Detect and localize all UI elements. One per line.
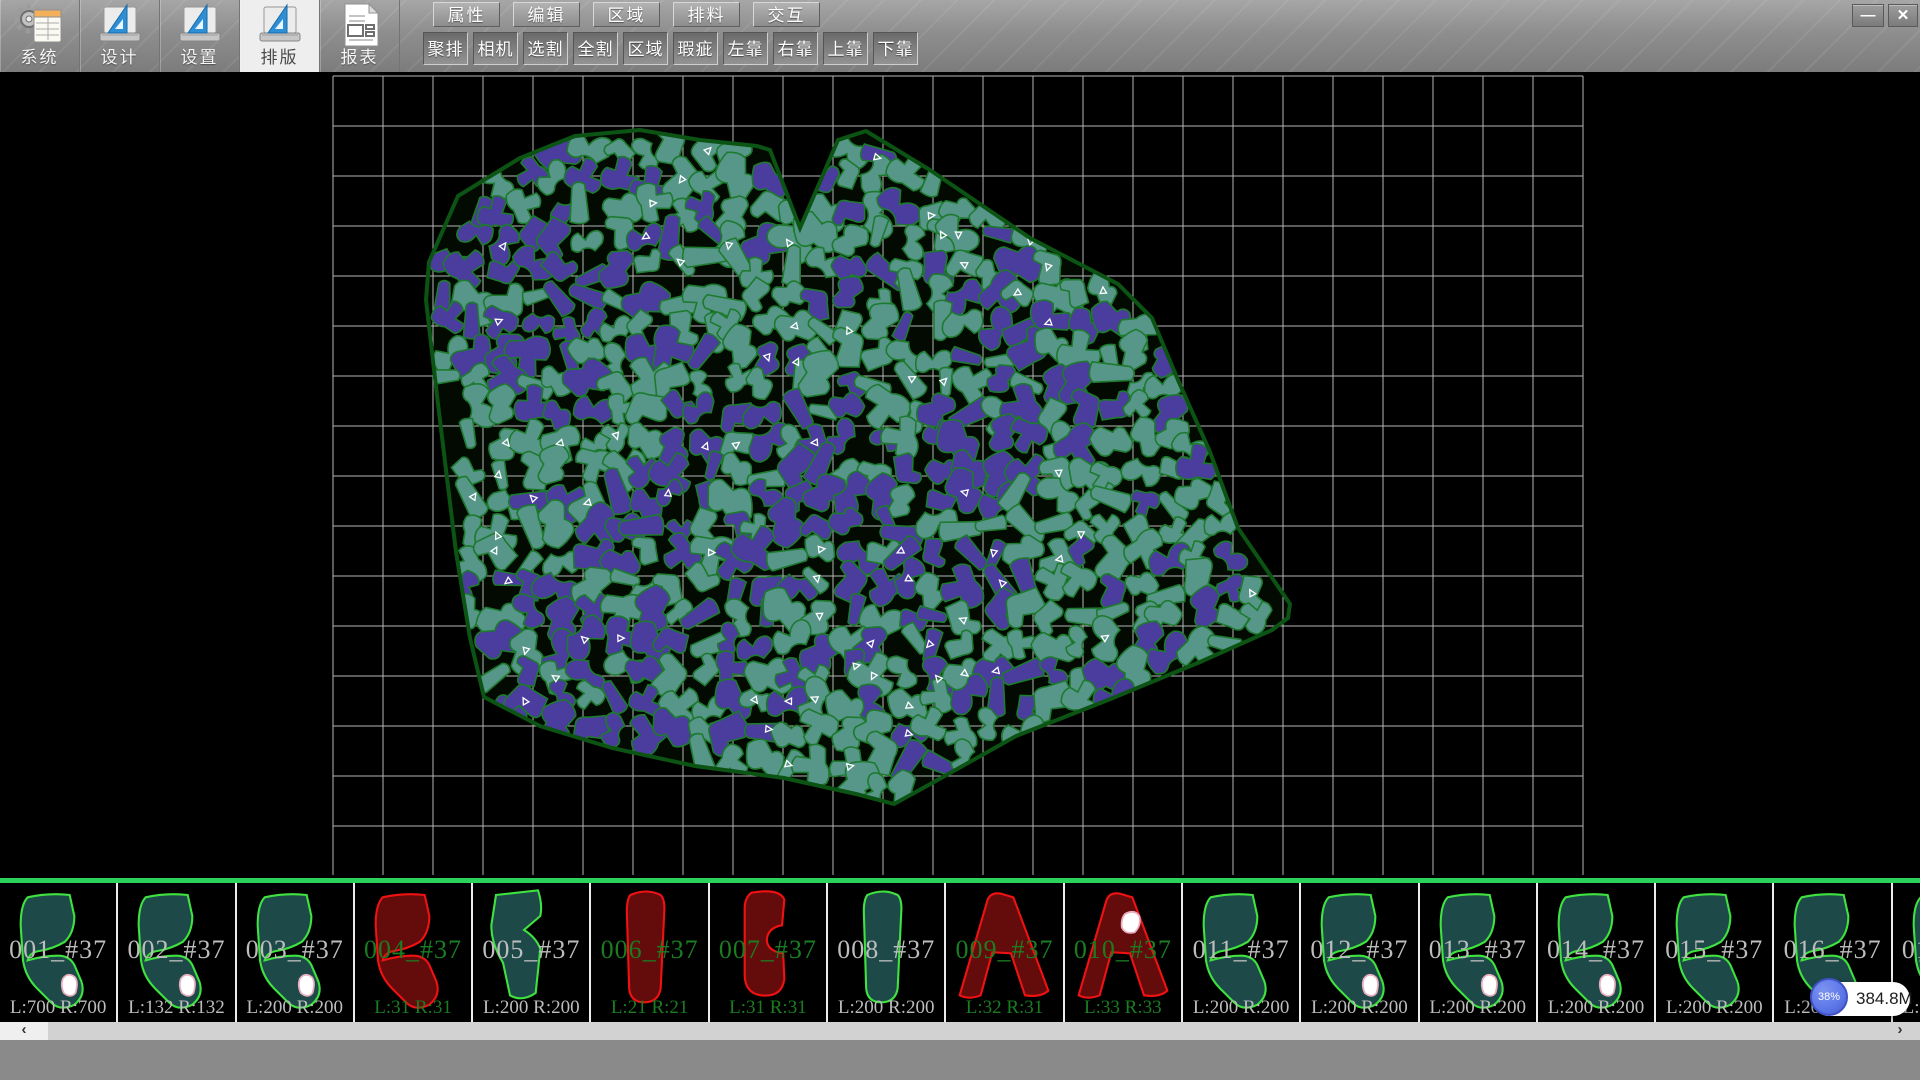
part-thumbnail-005_#37[interactable]: 005_#37 L:200 R:200 <box>473 883 591 1022</box>
close-button[interactable]: ✕ <box>1888 4 1918 27</box>
nav-label: 排版 <box>240 43 319 68</box>
nesting-canvas[interactable] <box>0 72 1920 878</box>
part-count: L:200 R:200 <box>1656 997 1772 1019</box>
part-thumbnail-003_#37[interactable]: 003_#37 L:200 R:200 <box>237 883 355 1022</box>
part-count: L:200 R:200 <box>473 997 589 1019</box>
part-count: L:200 R:200 <box>1538 997 1654 1019</box>
nav-report[interactable]: 报表 <box>320 0 400 72</box>
part-count: L:33 R:33 <box>1065 997 1181 1019</box>
memory-indicator: 384.8M <box>1856 982 1913 1016</box>
part-label: 008_#37 <box>828 935 944 965</box>
menu-edit[interactable]: 编辑 <box>513 2 580 27</box>
nav-setup[interactable]: 设置 <box>160 0 240 72</box>
part-count: L:31 R:31 <box>710 997 826 1019</box>
part-label: 006_#37 <box>591 935 707 965</box>
thumbnail-scrollbar[interactable]: ‹ › <box>0 1022 1920 1040</box>
nav-system[interactable]: 系统 <box>0 0 80 72</box>
part-thumbnail-001_#37[interactable]: 001_#37 L:700 R:700 <box>0 883 118 1022</box>
part-label: 012_#37 <box>1301 935 1417 965</box>
part-thumbnail-007_#37[interactable]: 007_#37 L:31 R:31 <box>710 883 828 1022</box>
nesting-drawing <box>0 72 1920 878</box>
part-thumbnail-012_#37[interactable]: 012_#37 L:200 R:200 <box>1301 883 1419 1022</box>
part-count: L:200 R:200 <box>237 997 353 1019</box>
part-count: L:200 R:200 <box>1301 997 1417 1019</box>
nav-label: 报表 <box>320 43 399 68</box>
scroll-left-button[interactable]: ‹ <box>0 1022 48 1040</box>
tool-align-left[interactable]: 左靠 <box>723 32 768 65</box>
tool-cluster-nest[interactable]: 聚排 <box>423 32 468 65</box>
part-count: L:200 R:200 <box>828 997 944 1019</box>
part-count: L:21 R:21 <box>591 997 707 1019</box>
part-thumbnail-008_#37[interactable]: 008_#37 L:200 R:200 <box>828 883 946 1022</box>
part-label: 009_#37 <box>946 935 1062 965</box>
nav-design[interactable]: 设计 <box>80 0 160 72</box>
part-count: L:700 R:700 <box>0 997 116 1019</box>
part-count: L:31 R:31 <box>355 997 471 1019</box>
tool-button-row: 聚排相机选割全割区域瑕疵左靠右靠上靠下靠 <box>423 32 923 65</box>
menu-properties[interactable]: 属性 <box>433 2 500 27</box>
tool-align-top[interactable]: 上靠 <box>823 32 868 65</box>
menu-interact[interactable]: 交互 <box>753 2 820 27</box>
part-thumbnail-014_#37[interactable]: 014_#37 L:200 R:200 <box>1538 883 1656 1022</box>
menu-region[interactable]: 区域 <box>593 2 660 27</box>
part-thumbnail-009_#37[interactable]: 009_#37 L:32 R:31 <box>946 883 1064 1022</box>
part-thumbnail-010_#37[interactable]: 010_#37 L:33 R:33 <box>1065 883 1183 1022</box>
part-thumbnail-013_#37[interactable]: 013_#37 L:200 R:200 <box>1420 883 1538 1022</box>
scroll-right-button[interactable]: › <box>1880 1022 1920 1040</box>
status-bar <box>0 1040 1920 1080</box>
part-label: 002_#37 <box>118 935 234 965</box>
tool-defect[interactable]: 瑕疵 <box>673 32 718 65</box>
part-label: 014_#37 <box>1538 935 1654 965</box>
part-label: 011_#37 <box>1183 935 1299 965</box>
main-nav-toolbar: 系统设计设置排版报表 <box>0 0 400 72</box>
part-label: 010_#37 <box>1065 935 1181 965</box>
title-bar: 系统设计设置排版报表 属性编辑区域排料交互 聚排相机选割全割区域瑕疵左靠右靠上靠… <box>0 0 1920 73</box>
nav-label: 设置 <box>160 43 239 68</box>
tool-align-right[interactable]: 右靠 <box>773 32 818 65</box>
part-thumbnail-004_#37[interactable]: 004_#37 L:31 R:31 <box>355 883 473 1022</box>
nav-layout[interactable]: 排版 <box>240 0 320 72</box>
part-thumbnail-002_#37[interactable]: 002_#37 L:132 R:132 <box>118 883 236 1022</box>
part-count: L:132 R:132 <box>118 997 234 1019</box>
nav-label: 系统 <box>0 43 79 68</box>
part-label: 017_#37 <box>1893 935 1920 965</box>
part-thumbnail-015_#37[interactable]: 015_#37 L:200 R:200 <box>1656 883 1774 1022</box>
nest-percent-indicator: 38% <box>1810 978 1848 1016</box>
part-label: 015_#37 <box>1656 935 1772 965</box>
tool-cut-all[interactable]: 全割 <box>573 32 618 65</box>
menu-nesting[interactable]: 排料 <box>673 2 740 27</box>
tool-align-bottom[interactable]: 下靠 <box>873 32 918 65</box>
part-label: 016_#37 <box>1774 935 1890 965</box>
minimize-button[interactable]: — <box>1852 4 1884 27</box>
usage-badge: 38% 384.8M <box>1812 982 1910 1016</box>
part-thumbnail-011_#37[interactable]: 011_#37 L:200 R:200 <box>1183 883 1301 1022</box>
part-label: 004_#37 <box>355 935 471 965</box>
parts-thumbnail-strip: 001_#37L:700 R:700002_#37L:132 R:132003_… <box>0 878 1920 1022</box>
part-count: L:200 R:200 <box>1420 997 1536 1019</box>
part-thumbnail-006_#37[interactable]: 006_#37 L:21 R:21 <box>591 883 709 1022</box>
part-label: 003_#37 <box>237 935 353 965</box>
nav-label: 设计 <box>80 43 159 68</box>
part-label: 001_#37 <box>0 935 116 965</box>
part-label: 013_#37 <box>1420 935 1536 965</box>
part-count: L:200 R:200 <box>1183 997 1299 1019</box>
tool-region[interactable]: 区域 <box>623 32 668 65</box>
menu-tab-row: 属性编辑区域排料交互 <box>433 2 833 27</box>
tool-camera[interactable]: 相机 <box>473 32 518 65</box>
part-label: 007_#37 <box>710 935 826 965</box>
part-label: 005_#37 <box>473 935 589 965</box>
tool-select-cut[interactable]: 选割 <box>523 32 568 65</box>
part-count: L:32 R:31 <box>946 997 1062 1019</box>
